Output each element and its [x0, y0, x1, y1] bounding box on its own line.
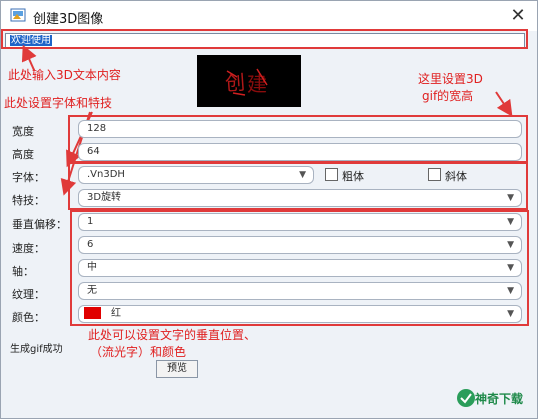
height-label: 高度 — [12, 148, 34, 161]
bold-checkbox[interactable] — [325, 168, 338, 181]
color-annotation-line1: 此处可以设置文字的垂直位置、 — [88, 328, 257, 342]
bold-label: 粗体 — [342, 170, 364, 183]
color-annotation-line2: （流光字）和颜色 — [90, 345, 187, 359]
preview-button[interactable]: 预览 — [156, 360, 198, 378]
axis-select[interactable]: 中 ▼ — [78, 259, 522, 277]
voffset-label: 垂直偏移： — [12, 218, 67, 231]
chevron-down-icon: ▼ — [299, 170, 306, 180]
texture-select[interactable]: 无 ▼ — [78, 282, 522, 300]
title-bar: 创建3D图像 ✕ — [1, 1, 537, 31]
text-annotation: 此处输入3D文本内容 — [8, 68, 121, 82]
svg-text:创: 创 — [224, 70, 246, 95]
text-input-value: 欢迎使用 — [10, 35, 52, 46]
voffset-select[interactable]: 1 ▼ — [78, 213, 522, 231]
status-text: 生成gif成功 — [10, 344, 63, 355]
3d-preview-image: 创 建 — [197, 55, 301, 107]
font-select-value: .Vn3DH — [87, 169, 125, 180]
italic-label: 斜体 — [445, 170, 467, 183]
window-title: 创建3D图像 — [33, 12, 104, 27]
color-label: 颜色： — [12, 311, 45, 324]
chevron-down-icon: ▼ — [507, 240, 514, 250]
height-input[interactable]: 64 — [78, 143, 522, 161]
effect-select[interactable]: 3D旋转 ▼ — [78, 189, 522, 207]
font-label: 字体： — [12, 171, 45, 184]
effect-label: 特技： — [12, 194, 45, 207]
color-select[interactable]: 红 ▼ — [78, 305, 522, 323]
close-icon[interactable]: ✕ — [506, 4, 530, 28]
italic-checkbox[interactable] — [428, 168, 441, 181]
width-label: 宽度 — [12, 125, 34, 138]
chevron-down-icon: ▼ — [507, 263, 514, 273]
chevron-down-icon: ▼ — [507, 193, 514, 203]
effect-select-value: 3D旋转 — [87, 192, 122, 203]
texture-select-value: 无 — [87, 285, 97, 296]
texture-label: 纹理： — [12, 288, 45, 301]
voffset-select-value: 1 — [87, 216, 94, 227]
svg-text:建: 建 — [247, 72, 267, 96]
axis-select-value: 中 — [87, 262, 97, 273]
app-icon — [10, 8, 26, 22]
width-input[interactable]: 128 — [78, 120, 522, 138]
logo-text: 神奇下载 — [475, 392, 524, 406]
size-annotation-line1: 这里设置3D — [418, 72, 483, 86]
chevron-down-icon: ▼ — [507, 217, 514, 227]
speed-label: 速度： — [12, 242, 45, 255]
color-swatch — [84, 307, 101, 319]
font-select[interactable]: .Vn3DH ▼ — [78, 166, 314, 184]
speed-select-value: 6 — [87, 239, 94, 250]
text-input[interactable]: 欢迎使用 — [5, 33, 525, 49]
size-annotation-line2: gif的宽高 — [422, 89, 474, 103]
chevron-down-icon: ▼ — [507, 309, 514, 319]
chevron-down-icon: ▼ — [507, 286, 514, 296]
axis-label: 轴： — [12, 265, 34, 278]
speed-select[interactable]: 6 ▼ — [78, 236, 522, 254]
font-annotation: 此处设置字体和特技 — [4, 96, 113, 110]
